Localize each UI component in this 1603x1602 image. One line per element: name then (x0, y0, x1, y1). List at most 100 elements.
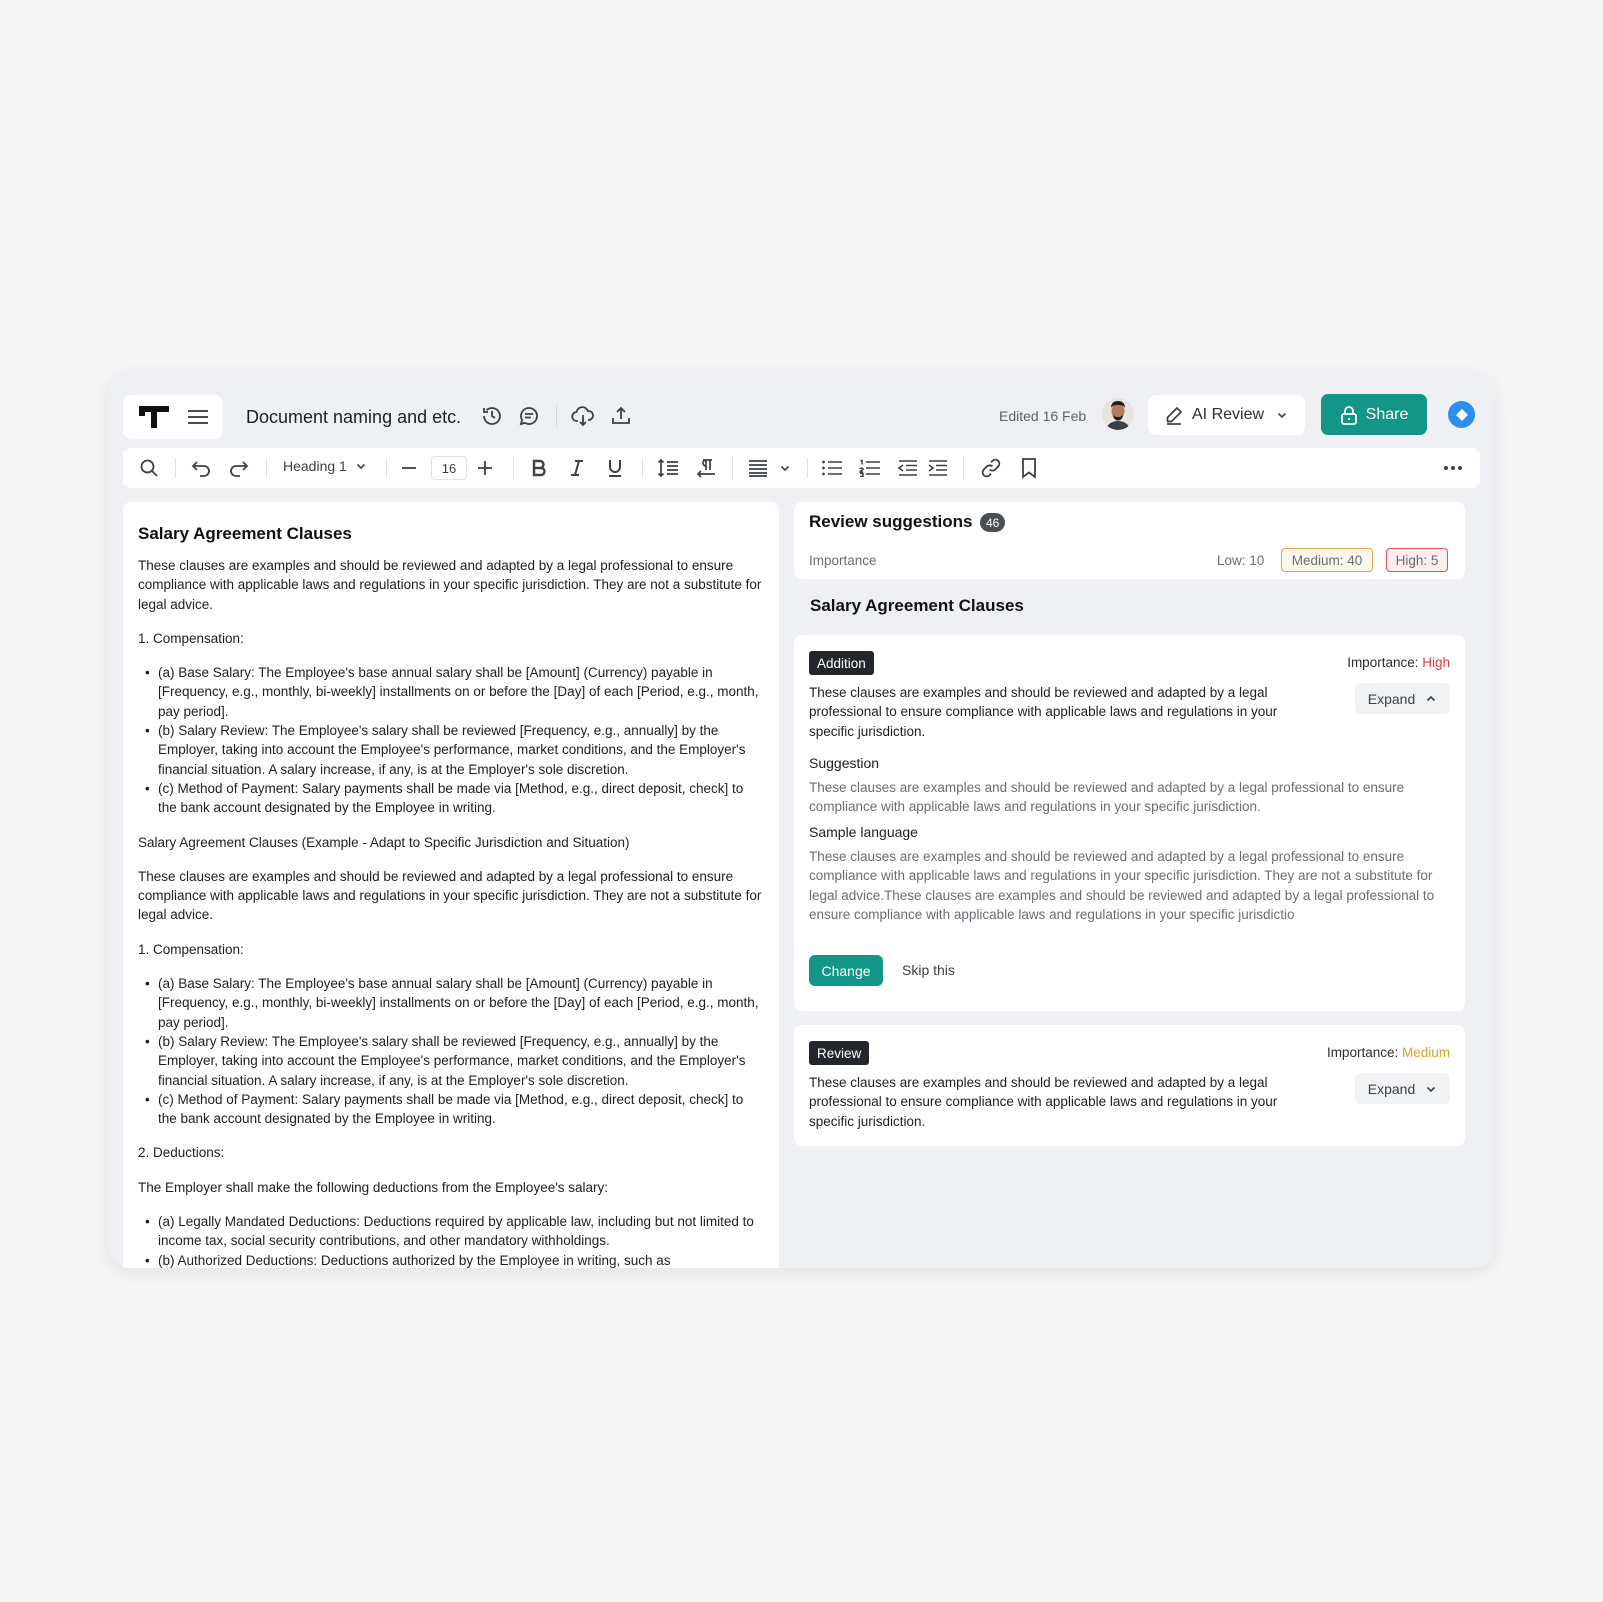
chevron-down-icon (356, 463, 365, 470)
formatting-toolbar: Heading 1 16 (123, 448, 1480, 488)
toolbar-divider (386, 458, 387, 478)
review-count-badge: 46 (980, 513, 1006, 532)
numbered-list-icon[interactable] (858, 456, 882, 480)
app-window: Document naming and etc. Edited 16 Feb A… (108, 372, 1495, 1268)
document-heading: Salary Agreement Clauses (138, 524, 352, 543)
upload-icon[interactable] (608, 403, 634, 429)
document-paragraph: 2. Deductions: (138, 1145, 225, 1161)
history-icon[interactable] (479, 403, 505, 429)
header-divider (556, 404, 557, 428)
toolbar-divider (807, 458, 808, 478)
importance-indicator: Importance: Medium (1327, 1045, 1450, 1060)
assistant-diamond-icon[interactable] (1448, 401, 1475, 428)
document-title[interactable]: Document naming and etc. (246, 407, 461, 428)
bookmark-icon[interactable] (1017, 456, 1041, 480)
document-paragraph: The Employer shall make the following de… (138, 1179, 609, 1195)
chevron-down-icon (1277, 412, 1287, 419)
ai-review-dropdown[interactable]: AI Review (1148, 395, 1305, 435)
suggestion-card: Review Importance: Medium These clauses … (794, 1025, 1465, 1146)
toolbar-divider (963, 458, 964, 478)
expand-label: Expand (1367, 690, 1416, 707)
sample-language-text: These clauses are examples and should be… (809, 849, 1435, 922)
suggestion-card: Addition Importance: High These clauses … (794, 635, 1465, 1011)
chevron-down-icon (1427, 1086, 1436, 1092)
link-icon[interactable] (979, 456, 1003, 480)
review-section-title: Salary Agreement Clauses (810, 596, 1024, 615)
pencil-icon (1166, 406, 1183, 425)
collapse-button[interactable]: Expand (1355, 683, 1450, 714)
chevron-up-icon (1427, 695, 1436, 701)
share-button[interactable]: Share (1321, 394, 1427, 435)
suggestion-summary: These clauses are examples and should be… (809, 1075, 1278, 1129)
bullet-list-icon[interactable] (820, 456, 844, 480)
user-avatar[interactable] (1102, 398, 1134, 430)
document-list: (a) Legally Mandated Deductions: Deducti… (138, 1212, 764, 1268)
comments-icon[interactable] (516, 403, 542, 429)
importance-value: Medium (1401, 1045, 1450, 1060)
toolbar-divider (266, 458, 267, 478)
chevron-down-icon[interactable] (773, 456, 797, 480)
change-button[interactable]: Change (809, 955, 883, 986)
suggestion-heading: Suggestion (809, 755, 880, 771)
document-list: (a) Base Salary: The Employee's base ann… (138, 663, 764, 817)
list-item: (c) Method of Payment: Salary payments s… (145, 1090, 764, 1129)
list-item: (a) Base Salary: The Employee's base ann… (145, 974, 764, 1032)
font-size-input[interactable]: 16 (431, 456, 467, 480)
heading-style-select[interactable]: Heading 1 (283, 458, 367, 474)
medium-count-filter[interactable]: Medium: 40 (1281, 548, 1373, 572)
document-paragraph: These clauses are examples and should be… (138, 868, 762, 923)
paragraph-direction-icon[interactable] (694, 456, 718, 480)
underline-icon[interactable] (603, 456, 627, 480)
importance-prefix: Importance: (1347, 655, 1423, 670)
high-count-filter[interactable]: High: 5 (1386, 548, 1448, 572)
importance-prefix: Importance: (1326, 1045, 1402, 1060)
lock-icon (1340, 405, 1357, 425)
document-list: (a) Base Salary: The Employee's base ann… (138, 974, 764, 1128)
app-logo (139, 406, 169, 428)
italic-icon[interactable] (565, 456, 589, 480)
more-options-icon[interactable] (1441, 456, 1465, 480)
low-count-filter[interactable]: Low: 10 (1217, 553, 1264, 568)
heading-style-value: Heading 1 (283, 458, 347, 474)
suggestion-type-tag: Addition (809, 651, 874, 675)
expand-label: Expand (1367, 1080, 1416, 1097)
increase-font-size-icon[interactable] (473, 456, 497, 480)
list-item: (b) Authorized Deductions: Deductions au… (145, 1251, 764, 1268)
undo-icon[interactable] (189, 456, 213, 480)
importance-indicator: Importance: High (1347, 655, 1450, 670)
importance-label: Importance (809, 553, 877, 568)
document-paragraph: These clauses are examples and should be… (138, 558, 762, 612)
list-item: (a) Legally Mandated Deductions: Deducti… (145, 1212, 764, 1251)
suggestion-type-tag: Review (809, 1041, 870, 1065)
suggestion-text: These clauses are examples and should be… (809, 780, 1405, 815)
bold-icon[interactable] (527, 456, 551, 480)
document-editor[interactable]: Salary Agreement Clauses These clauses a… (123, 502, 779, 1268)
list-item: (a) Base Salary: The Employee's base ann… (145, 663, 764, 721)
skip-button[interactable]: Skip this (902, 962, 955, 978)
toolbar-divider (513, 458, 514, 478)
search-icon[interactable] (137, 456, 161, 480)
hamburger-menu-icon[interactable] (188, 409, 208, 425)
cloud-download-icon[interactable] (570, 403, 596, 429)
importance-value: High (1422, 655, 1450, 670)
sample-language-heading: Sample language (809, 824, 918, 840)
document-paragraph: 1. Compensation: (138, 630, 244, 646)
decrease-font-size-icon[interactable] (397, 456, 421, 480)
toolbar-divider (642, 458, 643, 478)
indent-icon[interactable] (926, 456, 950, 480)
toolbar-divider (732, 458, 733, 478)
redo-icon[interactable] (227, 456, 251, 480)
list-item: (b) Salary Review: The Employee's salary… (145, 1032, 764, 1090)
review-summary: Review suggestions 46 Importance Low: 10… (794, 502, 1465, 579)
list-item: (b) Salary Review: The Employee's salary… (145, 721, 764, 779)
align-justify-icon[interactable] (746, 456, 770, 480)
expand-button[interactable]: Expand (1355, 1073, 1450, 1104)
list-item: (c) Method of Payment: Salary payments s… (145, 779, 764, 818)
document-paragraph: 1. Compensation: (138, 941, 244, 957)
review-title: Review suggestions (809, 512, 973, 531)
share-label: Share (1365, 405, 1409, 423)
document-paragraph: Salary Agreement Clauses (Example - Adap… (138, 834, 630, 850)
line-spacing-icon[interactable] (656, 456, 680, 480)
outdent-icon[interactable] (896, 456, 920, 480)
ai-review-label: AI Review (1192, 406, 1265, 423)
